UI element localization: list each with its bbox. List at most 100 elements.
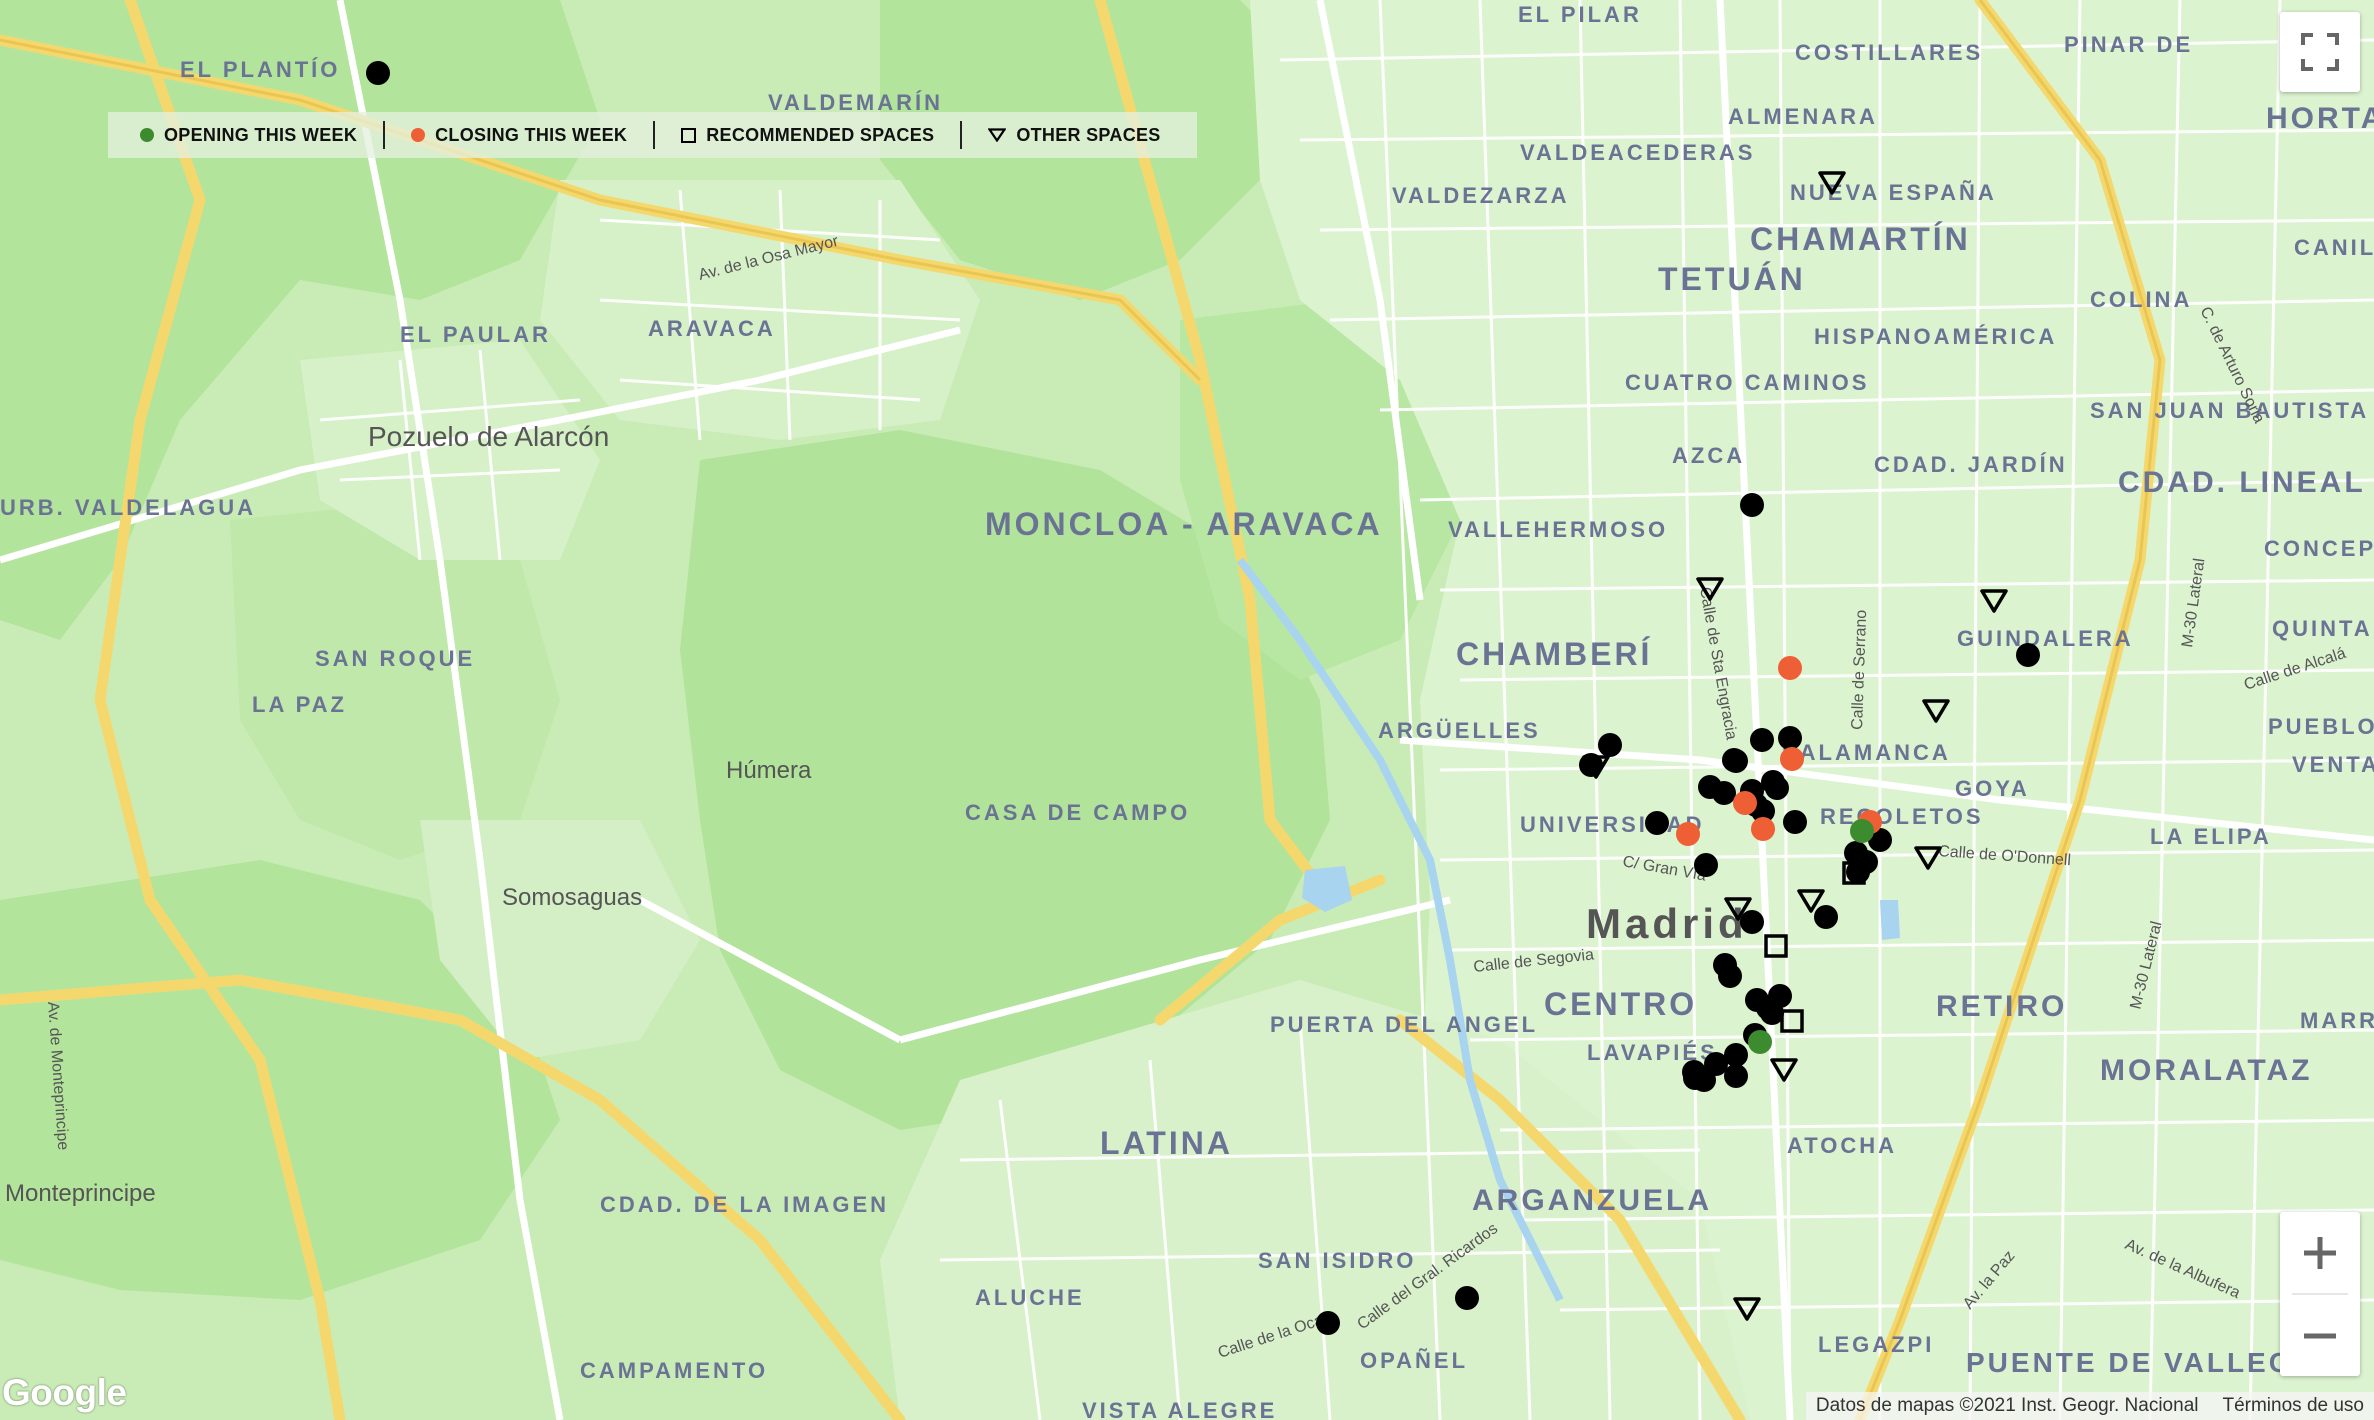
space-marker[interactable] [1783,810,1807,834]
space-marker[interactable] [366,61,390,85]
label-puerta-del-angel: PUERTA DEL ANGEL [1270,1012,1538,1037]
space-marker[interactable] [1761,770,1785,794]
label-horta: HORTA [2266,102,2374,135]
fullscreen-button[interactable] [2280,12,2360,92]
closing-marker[interactable] [1780,747,1804,771]
label-pozuelo-de-alarcon: Pozuelo de Alarcón [368,421,609,452]
space-marker[interactable] [1814,905,1838,929]
label-guindalera: GUINDALERA [1957,626,2134,651]
label-salamanca: SALAMANCA [1782,740,1951,765]
label-canill: CANILL [2294,235,2374,260]
map-canvas[interactable]: EL PILAR COSTILLARES PINAR DE HORTA EL P… [0,0,2374,1420]
legend-divider [960,121,963,149]
zoom-control [2280,1212,2360,1376]
label-goya: GOYA [1955,776,2030,801]
space-marker[interactable] [1712,781,1736,805]
label-humera: Húmera [726,757,812,784]
label-opanel: OPAÑEL [1360,1348,1468,1373]
zoom-in-button[interactable] [2280,1212,2360,1293]
space-marker[interactable] [1316,1311,1340,1335]
label-almenara: ALMENARA [1728,104,1878,129]
label-arguelles: ARGÜELLES [1378,718,1541,743]
label-vista-alegre: VISTA ALEGRE [1082,1398,1277,1420]
space-marker[interactable] [1455,1286,1479,1310]
space-marker[interactable] [1682,1060,1706,1084]
closing-marker[interactable] [1676,822,1700,846]
label-ventas: VENTAS [2292,752,2374,777]
google-logo[interactable]: Google [2,1372,127,1414]
label-azca: AZCA [1672,443,1745,468]
map-legend: OPENING THIS WEEK CLOSING THIS WEEK RECO… [108,112,1197,158]
label-retiro: RETIRO [1936,990,2067,1023]
label-concepc: CONCEPC [2264,536,2374,561]
label-la-elipa: LA ELIPA [2150,824,2272,849]
green-dot-icon [140,128,154,142]
label-monteprincipe: Monteprincipe [5,1180,156,1207]
space-marker[interactable] [1750,728,1774,752]
retiro-pond [1880,900,1900,940]
label-pinar-de: PINAR DE [2064,32,2193,57]
legend-item-closing: CLOSING THIS WEEK [411,112,627,158]
label-el-pilar: EL PILAR [1518,2,1642,27]
label-chamartin: CHAMARTÍN [1750,221,1971,257]
label-urb-valdelagua: URB. VALDELAGUA [0,495,256,520]
closing-marker[interactable] [1778,656,1802,680]
legend-item-other: OTHER SPACES [988,112,1160,158]
map-tiles[interactable]: EL PILAR COSTILLARES PINAR DE HORTA EL P… [0,0,2374,1420]
label-tetuan: TETUÁN [1658,261,1806,297]
label-el-plantio: EL PLANTÍO [180,57,340,82]
space-marker[interactable] [1718,964,1742,988]
opening-marker[interactable] [1850,819,1874,843]
opening-marker[interactable] [1748,1030,1772,1054]
space-marker[interactable] [2016,643,2040,667]
fullscreen-icon [2301,33,2339,71]
square-icon [681,127,697,143]
label-moncloa-aravaca: MONCLOA - ARAVACA [985,506,1383,542]
label-cdad-lineal: CDAD. LINEAL [2118,466,2366,499]
label-colina: COLINA [2090,287,2192,312]
label-campamento: CAMPAMENTO [580,1358,768,1383]
label-hispanoamerica: HISPANOAMÉRICA [1814,324,2057,349]
label-atocha: ATOCHA [1787,1133,1897,1158]
legend-label-closing: CLOSING THIS WEEK [435,124,628,145]
label-costillares: COSTILLARES [1795,40,1983,65]
space-marker[interactable] [1778,726,1802,750]
legend-label-opening: OPENING THIS WEEK [164,124,358,145]
legend-label-other: OTHER SPACES [1016,124,1161,145]
label-latina: LATINA [1100,1125,1233,1161]
zoom-out-button[interactable] [2280,1295,2360,1376]
space-marker[interactable] [1722,748,1746,772]
label-el-paular: EL PAULAR [400,322,551,347]
orange-dot-icon [411,128,426,142]
attribution-text: Datos de mapas ©2021 Inst. Geogr. Nacion… [1815,1395,2199,1416]
label-valdezarza: VALDEZARZA [1392,183,1569,208]
label-centro: CENTRO [1544,986,1697,1022]
space-marker[interactable] [1724,1064,1748,1088]
closing-marker[interactable] [1733,791,1757,815]
label-san-roque: SAN ROQUE [315,646,475,671]
map-attribution: Datos de mapas ©2021 Inst. Geogr. Nacion… [1805,1392,2374,1420]
space-marker[interactable] [1598,733,1622,757]
label-moralataz: MORALATAZ [2100,1054,2313,1087]
label-nueva-espana: NUEVA ESPAÑA [1790,180,1997,205]
minus-icon [2304,1333,2336,1338]
terms-of-use-link[interactable]: Términos de uso [2222,1395,2364,1417]
label-cdad-de-la-imagen: CDAD. DE LA IMAGEN [600,1192,889,1217]
space-marker[interactable] [1645,811,1669,835]
label-recoletos: RECOLETOS [1820,804,1984,829]
triangle-icon [988,128,1007,142]
label-aravaca: ARAVACA [648,316,776,341]
closing-marker[interactable] [1751,817,1775,841]
label-quintana: QUINTANA [2272,616,2374,641]
label-san-isidro: SAN ISIDRO [1258,1248,1416,1273]
legend-item-opening: OPENING THIS WEEK [140,112,357,158]
label-cdad-jardin: CDAD. JARDÍN [1874,452,2068,477]
space-marker[interactable] [1740,910,1764,934]
label-pueblo-n: PUEBLO N [2268,714,2374,739]
space-marker[interactable] [1740,493,1764,517]
space-marker[interactable] [1694,853,1718,877]
legend-item-recommended: RECOMMENDED SPACES [681,112,934,158]
legend-divider [653,121,656,149]
label-madrid: Madrid [1586,900,1748,947]
label-marroq: MARROQ [2300,1008,2374,1033]
